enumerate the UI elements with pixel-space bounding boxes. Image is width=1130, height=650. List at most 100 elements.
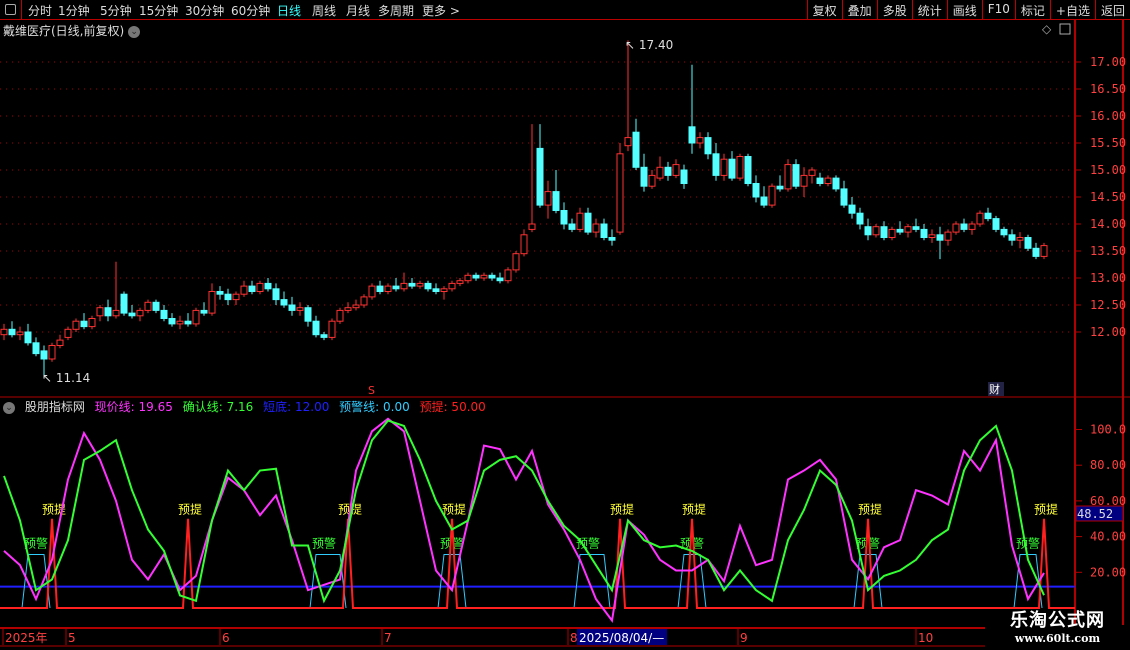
price-tick-label: 13.00 (1090, 271, 1126, 285)
candle-body (280, 299, 288, 306)
candle-body (544, 191, 552, 206)
candle-body (712, 153, 720, 176)
candle-body (568, 223, 576, 230)
yujing-tag: 预警 (856, 535, 880, 550)
candle-body (224, 293, 232, 301)
candle-body (144, 301, 152, 311)
indicator-tick-label: 80.00 (1090, 458, 1126, 472)
candle-body (944, 231, 952, 241)
yuti-tag: 预提 (178, 501, 202, 516)
candle-body (320, 334, 328, 338)
price-tick-label: 13.50 (1090, 244, 1126, 258)
xianjia-line (3, 417, 1045, 623)
candle-body (648, 174, 656, 187)
yuti-tag: 预提 (682, 501, 706, 516)
candle-body (472, 274, 480, 279)
candle-body (600, 223, 608, 238)
candle-body (640, 166, 648, 187)
candle-body (864, 226, 872, 236)
candle-body (984, 212, 992, 220)
yuti-tag: 预提 (442, 501, 466, 516)
candle-body (752, 183, 760, 198)
candle-body (440, 288, 448, 292)
queren-line (3, 419, 1045, 604)
candle-body (592, 223, 600, 233)
candle-body (496, 277, 504, 282)
chart-canvas[interactable]: ◇ 17.00 16.50 16.00 15.50 15.00 14.50 14.00 13.5… (0, 0, 1130, 650)
candle-body (1016, 237, 1024, 241)
candle-body (296, 307, 304, 311)
candle-body (1032, 247, 1040, 257)
candle-body (216, 291, 224, 295)
candle-body (128, 312, 136, 317)
candle-body (248, 285, 256, 293)
indicator-tick-label: 20.00 (1090, 565, 1126, 579)
candle-body (488, 274, 496, 279)
candle-body (336, 309, 344, 322)
price-tick-label: 17.00 (1090, 55, 1126, 69)
candle-body (528, 223, 536, 230)
candle-body (424, 282, 432, 290)
candle-body (624, 137, 632, 147)
candle-body (560, 210, 568, 225)
candle-body (152, 301, 160, 311)
candle-body (104, 307, 112, 317)
time-label: 7 (384, 631, 392, 645)
watermark-title: 乐淘公式网 (1010, 610, 1105, 631)
candle-body (0, 328, 8, 336)
candle-body (360, 296, 368, 306)
candle-body (168, 318, 176, 325)
candle-body (384, 285, 392, 293)
candle-body (208, 291, 216, 314)
price-tick-label: 16.50 (1090, 82, 1126, 96)
price-tick-label: 15.00 (1090, 163, 1126, 177)
candle-body (480, 274, 488, 279)
candle-body (768, 185, 776, 206)
candle-body (680, 169, 688, 184)
time-label: 6 (222, 631, 230, 645)
candle-body (728, 158, 736, 179)
price-tick-label: 16.00 (1090, 109, 1126, 123)
candle-body (56, 339, 64, 347)
candle-body (80, 320, 88, 328)
current-value: 48.52 (1077, 507, 1113, 521)
candle-body (32, 342, 40, 355)
watermark-url: www.60lt.com (1014, 632, 1101, 645)
cursor-date: 2025/08/04/— (579, 631, 664, 645)
candle-body (992, 218, 1000, 230)
candle-body (888, 228, 896, 238)
candle-body (784, 164, 792, 190)
candle-body (176, 320, 184, 325)
candle-body (312, 320, 320, 336)
candle-body (632, 131, 640, 168)
candle-body (512, 253, 520, 271)
candle-body (800, 174, 808, 187)
candle-body (936, 234, 944, 241)
time-label: 2025年 (5, 631, 48, 645)
candle-body (456, 280, 464, 284)
candle-body (408, 282, 416, 287)
candle-body (824, 177, 832, 185)
candle-body (912, 226, 920, 230)
candle-body (192, 309, 200, 325)
yujing-tag: 预警 (440, 535, 464, 550)
candle-body (536, 147, 544, 206)
candle-body (240, 285, 248, 295)
indicator-tick-label: 100.0 (1090, 423, 1126, 437)
candle-body (1000, 228, 1008, 236)
candle-body (8, 328, 16, 336)
candle-body (744, 156, 752, 184)
yuti-tag: 预提 (1034, 501, 1058, 516)
time-label: 8 (570, 631, 578, 645)
high-price-label: ↖ 17.40 (625, 38, 673, 52)
candle-body (264, 282, 272, 290)
candle-body (552, 191, 560, 212)
candle-body (288, 304, 296, 311)
candle-body (464, 274, 472, 282)
candle-body (792, 164, 800, 187)
cai-marker: 财 (989, 382, 1000, 396)
candle-body (920, 228, 928, 238)
candle-body (328, 320, 336, 338)
low-price-label: ↖ 11.14 (42, 371, 90, 385)
candle-body (304, 307, 312, 322)
